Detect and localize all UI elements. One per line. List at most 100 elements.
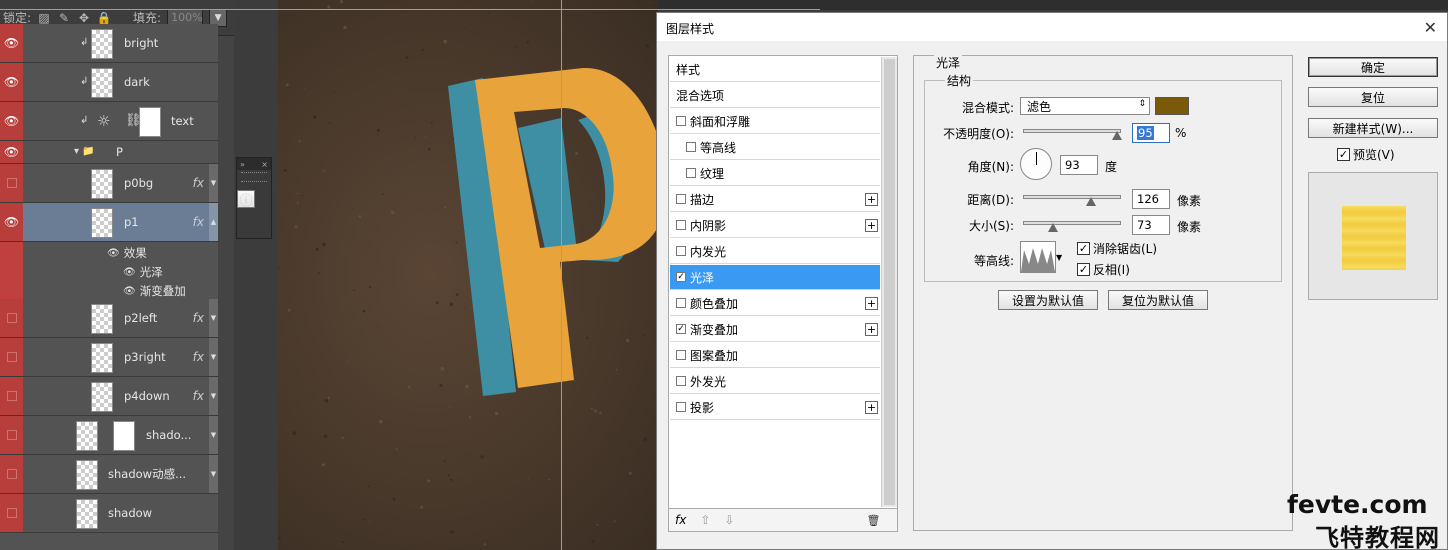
layer-row[interactable]: 👁 ↲ bright bbox=[0, 24, 218, 63]
reset-button[interactable]: 复位 bbox=[1308, 87, 1438, 107]
move-down-icon[interactable]: ⇩ bbox=[724, 513, 734, 527]
hidden-eye-icon[interactable] bbox=[0, 455, 23, 493]
lock-all-icon[interactable]: 🔒 bbox=[97, 11, 112, 25]
eye-icon[interactable]: 👁 bbox=[0, 102, 23, 140]
hidden-eye-icon[interactable] bbox=[0, 338, 23, 376]
opacity-slider-knob[interactable] bbox=[1112, 131, 1123, 140]
style-item[interactable]: 图案叠加 bbox=[670, 343, 880, 368]
close-icon[interactable]: × bbox=[261, 160, 268, 169]
layer-row[interactable]: 👁 p1 fx ▲ bbox=[0, 203, 218, 242]
folder-icon[interactable]: ▾ 📁 bbox=[74, 146, 95, 157]
layer-row[interactable]: p3right fx ▼ bbox=[0, 338, 218, 377]
layer-row[interactable]: p2left fx ▼ bbox=[0, 299, 218, 338]
size-slider[interactable] bbox=[1023, 221, 1121, 232]
style-item[interactable]: 混合选项 bbox=[670, 83, 880, 108]
style-list-scrollbar[interactable] bbox=[881, 57, 897, 507]
angle-dial[interactable] bbox=[1020, 148, 1052, 180]
invert-checkbox[interactable]: ✓ 反相(I) bbox=[1077, 261, 1130, 278]
style-item[interactable]: 纹理 bbox=[670, 161, 880, 186]
eye-icon[interactable]: 👁 bbox=[107, 248, 120, 259]
eye-icon[interactable]: 👁 bbox=[0, 24, 23, 62]
fx-icon[interactable]: fx bbox=[193, 164, 204, 202]
contour-dropdown-icon[interactable]: ▼ bbox=[1056, 241, 1064, 273]
set-default-button[interactable]: 设置为默认值 bbox=[998, 290, 1098, 310]
eye-icon[interactable]: 👁 bbox=[0, 63, 23, 101]
fx-icon[interactable]: fx bbox=[193, 377, 204, 415]
opacity-slider[interactable] bbox=[1023, 129, 1123, 140]
vertical-guide[interactable] bbox=[561, 0, 562, 550]
dialog-titlebar[interactable]: 图层样式 ✕ bbox=[657, 13, 1447, 41]
style-checkbox[interactable] bbox=[676, 350, 686, 360]
opacity-input[interactable]: 95 bbox=[1132, 123, 1170, 143]
style-checkbox[interactable] bbox=[676, 220, 686, 230]
expand-effects-icon[interactable]: ▼ bbox=[209, 338, 218, 376]
eye-icon[interactable]: 👁 bbox=[123, 267, 136, 278]
preview-checkbox[interactable]: ✓ 预览(V) bbox=[1337, 146, 1395, 163]
style-checkbox[interactable] bbox=[676, 246, 686, 256]
blend-color-swatch[interactable] bbox=[1155, 97, 1189, 115]
distance-slider[interactable] bbox=[1023, 195, 1121, 206]
style-item[interactable]: 外发光 bbox=[670, 369, 880, 394]
hidden-eye-icon[interactable] bbox=[0, 494, 23, 532]
style-item[interactable]: ✓ 渐变叠加 + bbox=[670, 317, 880, 342]
layer-row[interactable]: 👁 ▾ 📁 P bbox=[0, 141, 218, 164]
move-up-icon[interactable]: ⇧ bbox=[700, 513, 710, 527]
style-checkbox[interactable]: ✓ bbox=[676, 324, 686, 334]
style-checkbox[interactable] bbox=[686, 168, 696, 178]
effect-item[interactable]: 👁 光泽 bbox=[23, 263, 218, 281]
style-checkbox[interactable] bbox=[676, 116, 686, 126]
effect-item[interactable]: 👁 渐变叠加 bbox=[23, 282, 218, 300]
layer-row[interactable]: shadow动感... ▼ bbox=[0, 455, 218, 494]
style-checkbox[interactable]: ✓ bbox=[676, 272, 686, 282]
collapse-icon[interactable]: » bbox=[240, 160, 245, 169]
size-input[interactable]: 73 bbox=[1132, 215, 1170, 235]
layer-row[interactable]: 👁 ↲ dark bbox=[0, 63, 218, 102]
layer-row[interactable]: shado... ▼ bbox=[0, 416, 218, 455]
expand-effects-icon[interactable]: ▼ bbox=[209, 377, 218, 415]
expand-effects-icon[interactable]: ▲ bbox=[209, 203, 218, 241]
style-item[interactable]: 描边 + bbox=[670, 187, 880, 212]
horizontal-guide[interactable] bbox=[0, 9, 820, 10]
eye-icon[interactable]: 👁 bbox=[0, 141, 23, 163]
hidden-eye-icon[interactable] bbox=[0, 416, 23, 454]
style-checkbox[interactable] bbox=[676, 194, 686, 204]
style-item[interactable]: 等高线 bbox=[670, 135, 880, 160]
expand-effects-icon[interactable]: ▼ bbox=[209, 416, 218, 454]
style-checkbox[interactable] bbox=[676, 376, 686, 386]
layer-row[interactable]: p4down fx ▼ bbox=[0, 377, 218, 416]
hidden-eye-icon[interactable] bbox=[0, 164, 23, 202]
add-style-icon[interactable]: + bbox=[865, 297, 878, 310]
lock-transparent-icon[interactable]: ▨ bbox=[37, 11, 51, 25]
add-style-icon[interactable]: + bbox=[865, 219, 878, 232]
fx-icon[interactable]: fx bbox=[193, 338, 204, 376]
distance-slider-knob[interactable] bbox=[1085, 197, 1096, 206]
style-item[interactable]: ✓ 光泽 bbox=[670, 265, 880, 290]
size-slider-knob[interactable] bbox=[1048, 223, 1059, 232]
layer-row[interactable]: shadow bbox=[0, 494, 218, 533]
blend-mode-select[interactable]: 滤色 ⇕ bbox=[1020, 97, 1150, 115]
eye-icon[interactable]: 👁 bbox=[123, 286, 136, 297]
add-style-icon[interactable]: + bbox=[865, 323, 878, 336]
style-item[interactable]: 投影 + bbox=[670, 395, 880, 420]
style-checkbox[interactable] bbox=[676, 298, 686, 308]
hidden-eye-icon[interactable] bbox=[0, 299, 23, 337]
lock-brush-icon[interactable]: ✎ bbox=[57, 11, 71, 25]
effects-header[interactable]: 👁 效果 bbox=[23, 244, 218, 262]
eye-icon[interactable]: 👁 bbox=[0, 203, 23, 241]
fx-icon[interactable]: fx bbox=[193, 299, 204, 337]
link-icon[interactable]: ⛓ bbox=[125, 113, 142, 128]
layer-row[interactable]: 👁 ↲ ☼ ⛓ text bbox=[0, 102, 218, 141]
fx-icon[interactable]: fx bbox=[193, 203, 204, 241]
info-icon[interactable]: ⓘ bbox=[237, 190, 255, 209]
style-checkbox[interactable] bbox=[676, 402, 686, 412]
style-item[interactable]: 斜面和浮雕 bbox=[670, 109, 880, 134]
document-canvas[interactable] bbox=[278, 0, 658, 550]
new-style-button[interactable]: 新建样式(W)... bbox=[1308, 118, 1438, 138]
ok-button[interactable]: 确定 bbox=[1308, 57, 1438, 77]
trash-icon[interactable]: 🗑 bbox=[866, 514, 880, 527]
style-item[interactable]: 颜色叠加 + bbox=[670, 291, 880, 316]
reset-default-button[interactable]: 复位为默认值 bbox=[1108, 290, 1208, 310]
contour-preview[interactable] bbox=[1020, 241, 1056, 273]
expand-effects-icon[interactable]: ▼ bbox=[209, 455, 218, 493]
lock-move-icon[interactable]: ✥ bbox=[77, 11, 91, 25]
